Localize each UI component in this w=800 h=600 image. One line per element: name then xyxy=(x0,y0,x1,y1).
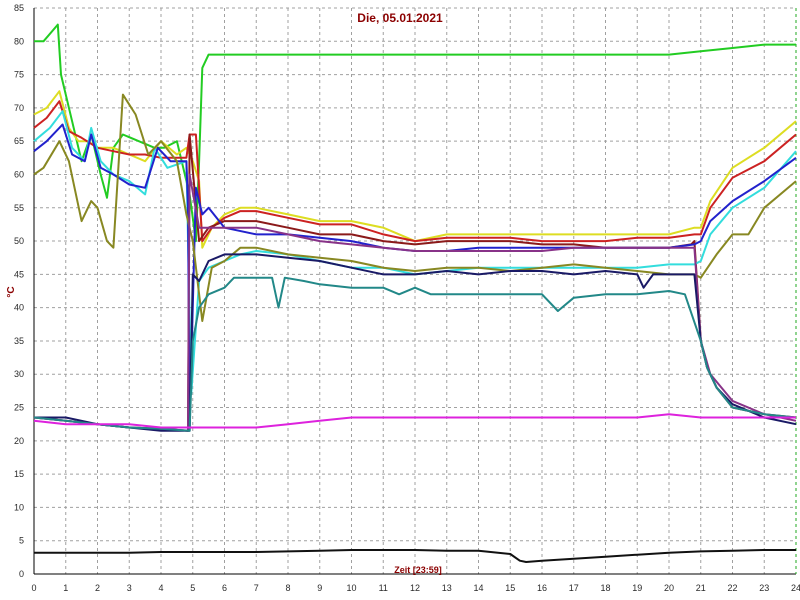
y-tick-label: 25 xyxy=(14,403,24,413)
x-tick-label: 18 xyxy=(600,583,610,593)
x-tick-label: 21 xyxy=(696,583,706,593)
x-tick-label: 10 xyxy=(346,583,356,593)
x-tick-label: 7 xyxy=(254,583,259,593)
x-tick-label: 6 xyxy=(222,583,227,593)
y-tick-label: 10 xyxy=(14,502,24,512)
chart-background xyxy=(0,0,800,600)
y-tick-label: 75 xyxy=(14,70,24,80)
chart-container: 0 1 2 3 4 5 6 7 8 9 10 11 12 13 14 15 16 17 18 19 20 21 22 23 24… xyxy=(0,0,800,600)
y-tick-label: 85 xyxy=(14,3,24,13)
x-tick-label: 22 xyxy=(727,583,737,593)
y-tick-label: 5 xyxy=(19,536,24,546)
y-tick-label: 15 xyxy=(14,469,24,479)
x-tick-label: 17 xyxy=(569,583,579,593)
y-tick-label: 55 xyxy=(14,203,24,213)
x-tick-label: 3 xyxy=(127,583,132,593)
y-tick-label: 0 xyxy=(19,569,24,579)
x-tick-label: 11 xyxy=(379,583,388,593)
y-tick-label: 40 xyxy=(14,303,24,313)
x-tick-label: 5 xyxy=(190,583,195,593)
x-tick-label: 9 xyxy=(317,583,322,593)
y-tick-label: 70 xyxy=(14,103,24,113)
y-tick-label: 30 xyxy=(14,369,24,379)
x-tick-label: 23 xyxy=(759,583,769,593)
x-tick-label: 19 xyxy=(632,583,642,593)
x-tick-label: 24 xyxy=(791,583,800,593)
y-tick-label: 35 xyxy=(14,336,24,346)
y-tick-label: 20 xyxy=(14,436,24,446)
x-tick-label: 20 xyxy=(664,583,674,593)
x-tick-label: 12 xyxy=(410,583,420,593)
x-tick-label: 2 xyxy=(95,583,100,593)
x-axis-label: Zeit [23:59] xyxy=(394,565,442,575)
y-tick-label: 60 xyxy=(14,169,24,179)
x-tick-label: 8 xyxy=(285,583,290,593)
x-tick-label: 4 xyxy=(158,583,163,593)
chart-title: Die, 05.01.2021 xyxy=(357,11,443,25)
y-tick-label: 45 xyxy=(14,269,24,279)
x-tick-label: 1 xyxy=(63,583,68,593)
x-tick-label: 16 xyxy=(537,583,547,593)
y-tick-label: 80 xyxy=(14,36,24,46)
x-tick-label: 0 xyxy=(31,583,36,593)
x-tick-label: 15 xyxy=(505,583,515,593)
x-tick-label: 14 xyxy=(473,583,483,593)
line-chart: 0 1 2 3 4 5 6 7 8 9 10 11 12 13 14 15 16 17 18 19 20 21 22 23 24… xyxy=(0,0,800,600)
x-tick-label: 13 xyxy=(442,583,452,593)
y-tick-label: 65 xyxy=(14,136,24,146)
y-axis-label: °C xyxy=(6,286,17,297)
y-tick-label: 50 xyxy=(14,236,24,246)
